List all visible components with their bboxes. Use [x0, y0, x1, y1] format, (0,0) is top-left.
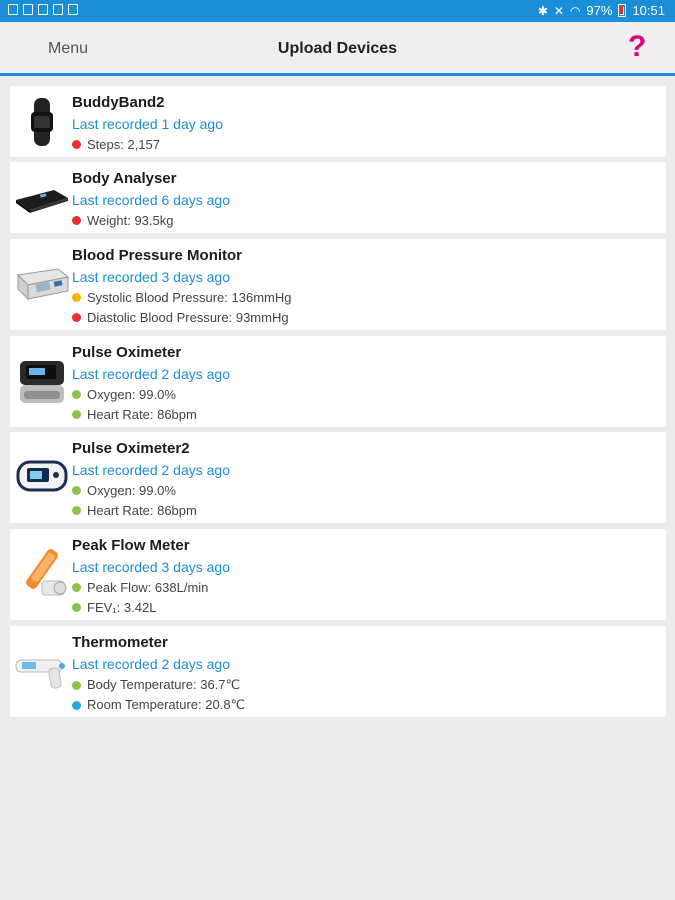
- device-card[interactable]: Body Analyser Last recorded 6 days ago W…: [10, 162, 666, 233]
- notification-icon: [23, 4, 33, 15]
- last-recorded: Last recorded 2 days ago: [72, 366, 230, 382]
- status-dot-amber: [72, 293, 81, 302]
- reading-label: Weight: 93.5kg: [87, 213, 174, 228]
- reading-label: Steps: 2,157: [87, 137, 160, 152]
- reading: Steps: 2,157: [72, 137, 160, 152]
- notification-icon: [68, 4, 78, 15]
- reading: Weight: 93.5kg: [72, 213, 173, 228]
- device-name: BuddyBand2: [72, 94, 165, 111]
- notification-icon: [8, 4, 18, 15]
- status-dot-green: [72, 680, 81, 690]
- last-recorded: Last recorded 3 days ago: [72, 559, 230, 575]
- status-dot-red: [72, 216, 81, 225]
- image-icon: [53, 4, 63, 15]
- reading: Heart Rate: 86bpm: [72, 407, 197, 422]
- last-recorded: Last recorded 2 days ago: [72, 462, 230, 478]
- reading: Systolic Blood Pressure: 136mmHg: [72, 290, 291, 305]
- device-name: Pulse Oximeter2: [72, 440, 190, 457]
- blood-pressure-monitor-icon: [14, 253, 70, 313]
- wifi-icon: ◠: [569, 3, 581, 18]
- reading-label: FEV₁: 3.42L: [87, 600, 157, 615]
- device-name: Peak Flow Meter: [72, 537, 190, 554]
- device-name: Pulse Oximeter: [72, 344, 182, 361]
- system-status: ✱ ✕ ◠ 97% 10:51: [538, 3, 665, 18]
- reading-label: Oxygen: 99.0%: [87, 387, 176, 402]
- help-button[interactable]: ?: [628, 30, 646, 64]
- mute-icon: ✕: [553, 3, 564, 18]
- status-dot-green: [72, 506, 81, 515]
- reading: Oxygen: 99.0%: [72, 483, 176, 498]
- reading-label: Peak Flow: 638L/min: [87, 580, 209, 595]
- page-title: Upload Devices: [277, 40, 398, 57]
- reading: Room Temperature: 20.8℃: [72, 697, 245, 713]
- status-dot-green: [72, 583, 81, 592]
- status-bar: ✱ ✕ ◠ 97% 10:51: [0, 0, 675, 22]
- device-name: Blood Pressure Monitor: [72, 247, 243, 264]
- battery-percent: 97%: [586, 3, 613, 18]
- status-dot-blue: [72, 700, 81, 710]
- last-recorded: Last recorded 6 days ago: [72, 192, 230, 208]
- reading-label: Oxygen: 99.0%: [87, 483, 176, 498]
- notification-icons: [8, 4, 78, 15]
- last-recorded: Last recorded 3 days ago: [72, 269, 230, 285]
- device-card[interactable]: Pulse Oximeter2 Last recorded 2 days ago…: [10, 432, 666, 523]
- thermometer-icon: [14, 640, 70, 700]
- reading: Heart Rate: 86bpm: [72, 503, 197, 518]
- last-recorded: Last recorded 1 day ago: [72, 116, 223, 132]
- reading-label: Heart Rate: 86bpm: [87, 503, 197, 518]
- clock: 10:51: [632, 3, 665, 18]
- notification-icon: [38, 4, 48, 15]
- peak-flow-meter-icon: [14, 543, 70, 603]
- reading-label: Body Temperature: 36.7℃: [87, 677, 241, 692]
- reading: Oxygen: 99.0%: [72, 387, 176, 402]
- status-dot-green: [72, 603, 81, 612]
- reading: Diastolic Blood Pressure: 93mmHg: [72, 310, 289, 325]
- reading: Body Temperature: 36.7℃: [72, 677, 240, 693]
- fitness-band-icon: [14, 92, 70, 152]
- device-card[interactable]: Thermometer Last recorded 2 days ago Bod…: [10, 626, 666, 717]
- status-dot-red: [72, 313, 81, 322]
- device-card[interactable]: Pulse Oximeter Last recorded 2 days ago …: [10, 336, 666, 427]
- device-card[interactable]: Blood Pressure Monitor Last recorded 3 d…: [10, 239, 666, 330]
- status-dot-green: [72, 410, 81, 419]
- bluetooth-icon: ✱: [537, 3, 548, 18]
- last-recorded: Last recorded 2 days ago: [72, 656, 230, 672]
- reading-label: Room Temperature: 20.8℃: [87, 697, 246, 712]
- reading-label: Heart Rate: 86bpm: [87, 407, 197, 422]
- pulse-oximeter-icon: [14, 350, 70, 410]
- battery-icon: [618, 4, 627, 17]
- device-card[interactable]: Peak Flow Meter Last recorded 3 days ago…: [10, 529, 666, 620]
- reading-label: Diastolic Blood Pressure: 93mmHg: [87, 310, 289, 325]
- status-dot-red: [72, 140, 81, 149]
- reading: Peak Flow: 638L/min: [72, 580, 208, 595]
- status-dot-green: [72, 486, 81, 495]
- pulse-oximeter-icon: [14, 446, 70, 506]
- reading: FEV₁: 3.42L: [72, 600, 156, 615]
- device-name: Thermometer: [72, 634, 168, 651]
- device-card[interactable]: BuddyBand2 Last recorded 1 day ago Steps…: [10, 86, 666, 157]
- app-bar-divider: [0, 73, 675, 76]
- body-scale-icon: [14, 168, 70, 228]
- status-dot-green: [72, 390, 81, 399]
- reading-label: Systolic Blood Pressure: 136mmHg: [87, 290, 292, 305]
- device-name: Body Analyser: [72, 170, 177, 187]
